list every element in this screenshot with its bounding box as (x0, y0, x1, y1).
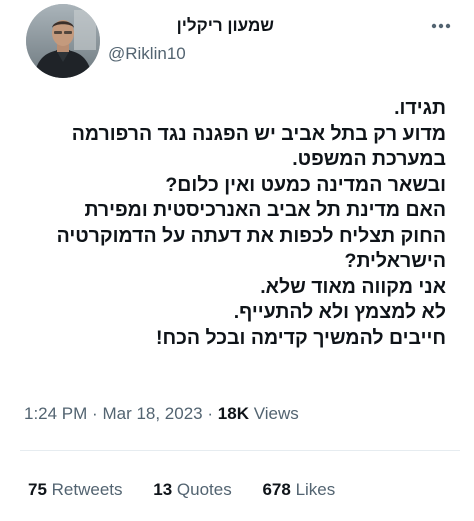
retweets-count: 75 (28, 480, 47, 499)
tweet-card: שמעון ריקלין @Riklin10 תגידו. מדוע רק בת… (0, 0, 474, 521)
tweet-line: האם מדינת תל אביב האנרכיסטית ומפירת (84, 199, 446, 221)
views-label: Views (253, 404, 299, 423)
tweet-header: שמעון ריקלין @Riklin10 (0, 2, 474, 78)
tweet-line: תגידו. (394, 97, 446, 119)
tweet-text: תגידו. מדוע רק בתל אביב יש הפגנה נגד הרפ… (16, 96, 446, 351)
retweets-label: Retweets (51, 480, 123, 499)
user-handle[interactable]: @Riklin10 (108, 44, 186, 64)
engagement-stats: 75 Retweets 13 Quotes 678 Likes (28, 480, 361, 500)
likes-label: Likes (295, 480, 336, 499)
tweet-line: הישראלית? (344, 250, 446, 272)
tweet-line: ובשאר המדינה כמעט ואין כלום? (165, 173, 446, 196)
quotes-stat[interactable]: 13 Quotes (153, 480, 236, 499)
tweet-date[interactable]: Mar 18, 2023 (102, 404, 202, 423)
views-count: 18K (217, 404, 249, 423)
meta-separator: · (92, 404, 98, 423)
profile-photo-icon (26, 4, 100, 78)
more-horizontal-icon (431, 23, 451, 29)
avatar[interactable] (26, 4, 100, 78)
likes-stat[interactable]: 678 Likes (262, 480, 335, 499)
tweet-meta: 1:24 PM · Mar 18, 2023 · 18K Views (24, 404, 299, 424)
tweet-line: אני מקווה מאוד שלא. (260, 275, 446, 298)
tweet-line: החוק תצליח לכפות את דעתה על הדמוקרטיה (56, 224, 446, 247)
display-name[interactable]: שמעון ריקלין (177, 16, 274, 36)
tweet-line: חייבים להמשיך קדימה ובכל הכח! (155, 326, 446, 349)
retweets-stat[interactable]: 75 Retweets (28, 480, 127, 499)
tweet-line: מדוע רק בתל אביב יש הפגנה נגד הרפורמה (71, 122, 446, 145)
quotes-label: Quotes (176, 480, 232, 499)
tweet-line: לא למצמץ ולא להתעייף. (233, 301, 446, 323)
tweet-line: במערכת המשפט. (292, 148, 446, 170)
more-options-button[interactable] (426, 16, 456, 36)
meta-separator: · (207, 404, 214, 423)
divider (20, 450, 460, 451)
likes-count: 678 (262, 480, 291, 499)
tweet-time[interactable]: 1:24 PM (24, 404, 87, 423)
quotes-count: 13 (153, 480, 173, 499)
